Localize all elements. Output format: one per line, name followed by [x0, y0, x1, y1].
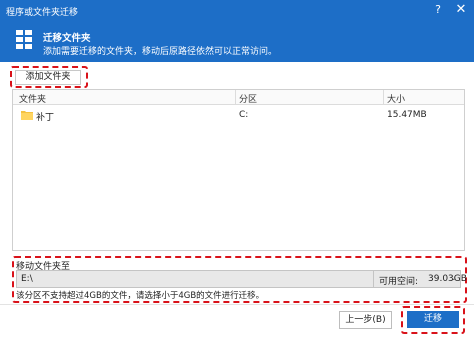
- column-header-size[interactable]: 大小: [387, 92, 405, 105]
- divider: [373, 271, 374, 287]
- title-bar: 程序或文件夹迁移 ? ✕: [0, 0, 474, 22]
- column-divider: [383, 90, 384, 104]
- add-folder-button[interactable]: 添加文件夹: [15, 70, 81, 85]
- destination-path: E:\: [21, 274, 33, 284]
- row-size: 15.47MB: [387, 110, 427, 120]
- column-header-partition[interactable]: 分区: [239, 92, 257, 105]
- close-icon[interactable]: ✕: [454, 2, 468, 18]
- available-space-label: 可用空间:: [379, 277, 419, 287]
- row-partition: C:: [239, 110, 249, 120]
- column-header-folder[interactable]: 文件夹: [19, 92, 46, 105]
- folder-table: 文件夹 分区 大小 补丁 C: 15.47MB: [12, 89, 465, 251]
- row-folder-name: 补丁: [36, 113, 55, 123]
- header-subtitle: 添加需要迁移的文件夹，移动后原路径依然可以正常访问。: [43, 47, 278, 57]
- column-divider: [235, 90, 236, 104]
- chevron-down-icon[interactable]: ⌄: [450, 273, 458, 283]
- previous-button[interactable]: 上一步(B): [339, 311, 392, 329]
- migrate-button[interactable]: 迁移: [407, 311, 459, 328]
- available-space-value: 39.03GB: [428, 274, 467, 284]
- table-row[interactable]: 补丁 C: 15.47MB: [13, 106, 464, 124]
- size-warning: 该分区不支持超过4GB的文件，请选择小于4GB的文件进行迁移。: [16, 291, 265, 301]
- destination-highlight: 移动文件夹至 E:\ 可用空间: 39.03GB ⌄ 该分区不支持超过4GB的文…: [12, 256, 467, 303]
- table-header: 文件夹 分区 大小: [13, 90, 464, 105]
- header-title: 迁移文件夹: [43, 33, 91, 44]
- dialog-header: 迁移文件夹 添加需要迁移的文件夹，移动后原路径依然可以正常访问。: [0, 22, 474, 62]
- help-icon[interactable]: ?: [432, 3, 444, 17]
- add-folder-highlight: 添加文件夹: [10, 66, 88, 88]
- grid-app-icon: [16, 30, 32, 49]
- window-title: 程序或文件夹迁移: [6, 8, 79, 18]
- footer-divider: [0, 304, 474, 305]
- migrate-highlight: 迁移: [401, 306, 465, 334]
- destination-select[interactable]: E:\ 可用空间: 39.03GB ⌄: [16, 270, 467, 288]
- folder-icon: [21, 111, 33, 120]
